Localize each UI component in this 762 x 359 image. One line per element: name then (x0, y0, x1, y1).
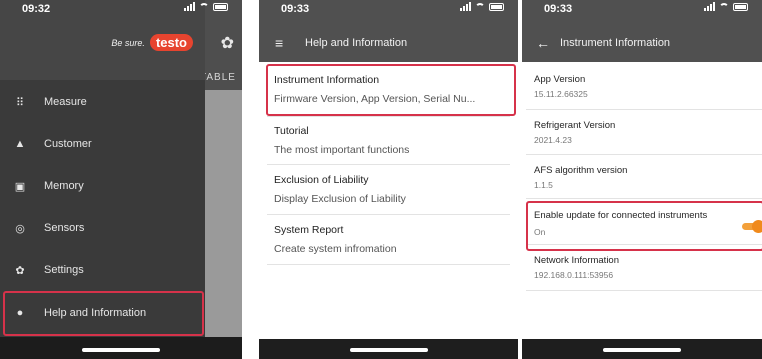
info-item-value: 1.1.5 (534, 180, 553, 190)
logo-slogan: Be sure. (111, 37, 145, 48)
divider (526, 290, 762, 291)
battery-icon (733, 2, 748, 11)
battery-icon (489, 2, 504, 11)
list-item-subtitle: The most important functions (274, 144, 410, 156)
home-indicator[interactable] (82, 348, 160, 352)
battery-icon (213, 2, 228, 11)
testo-logo: Be sure. testo (111, 34, 193, 51)
background-tab[interactable]: TABLE (200, 72, 236, 83)
list-item-title: Exclusion of Liability (274, 174, 369, 186)
divider (267, 214, 510, 215)
info-item-value: 15.11.2.66325 (534, 89, 588, 99)
wifi-icon (199, 2, 209, 11)
sensor-icon: ◎ (15, 222, 25, 235)
status-bar: 09:33 (522, 0, 762, 18)
list-item-exclusion-of-liability[interactable]: Exclusion of Liability Display Exclusion… (259, 173, 518, 206)
highlight-box (266, 64, 516, 116)
highlight-box (526, 201, 762, 251)
info-item-network-information: Network Information 192.168.0.111:53956 (522, 255, 762, 281)
info-item-afs-algorithm-version: AFS algorithm version 1.1.5 (522, 165, 762, 191)
menu-item-label: Settings (44, 264, 84, 276)
menu-item-sensors[interactable]: ◎ Sensors (0, 207, 205, 249)
memory-icon: ▣ (14, 180, 26, 193)
info-item-title: AFS algorithm version (534, 165, 628, 176)
status-time: 09:32 (22, 3, 51, 15)
logo-brand: testo (149, 34, 193, 51)
status-time: 09:33 (544, 3, 573, 15)
list-item-title: Tutorial (274, 125, 309, 137)
info-item-title: Network Information (534, 255, 620, 266)
info-item-value: 2021.4.23 (534, 135, 572, 145)
info-item-title: App Version (534, 74, 586, 85)
gear-icon[interactable]: ✿ (221, 36, 234, 52)
status-bar: 09:33 (259, 0, 518, 18)
divider (526, 198, 762, 199)
status-time: 09:33 (281, 3, 310, 15)
info-item-app-version: App Version 15.11.2.66325 (522, 74, 762, 100)
phone-screen-help-and-information: ≡ Help and Information Instrument Inform… (259, 0, 518, 359)
back-arrow-icon[interactable]: ← (536, 36, 550, 50)
system-navigation-bar (522, 339, 762, 359)
menu-item-label: Customer (44, 138, 92, 150)
gear-icon: ✿ (15, 264, 25, 277)
signal-icon (184, 2, 195, 11)
status-bar: 09:32 (0, 0, 242, 18)
menu-item-label: Memory (44, 180, 84, 192)
grid-icon: ⠿ (15, 96, 25, 109)
list-item-subtitle: Display Exclusion of Liability (274, 193, 406, 205)
person-icon: ▲ (14, 138, 26, 150)
hamburger-menu-icon[interactable]: ≡ (275, 36, 283, 50)
page-title: Instrument Information (560, 37, 671, 49)
wifi-icon (475, 2, 485, 11)
divider (267, 116, 510, 117)
menu-item-measure[interactable]: ⠿ Measure (0, 81, 205, 123)
divider (526, 109, 762, 110)
list-item-title: System Report (274, 224, 344, 236)
system-navigation-bar (259, 339, 518, 359)
menu-item-settings[interactable]: ✿ Settings (0, 249, 205, 291)
signal-icon (704, 2, 715, 11)
menu-item-customer[interactable]: ▲ Customer (0, 123, 205, 165)
phone-screen-navigation-drawer: TABLE ✿ Be sure. testo ⠿ Measure ▲ Custo… (0, 0, 242, 359)
wifi-icon (719, 2, 729, 11)
page-title: Help and Information (305, 37, 408, 49)
info-item-title: Refrigerant Version (534, 120, 616, 131)
list-item-system-report[interactable]: System Report Create system infromation (259, 223, 518, 256)
highlight-box (3, 291, 204, 336)
menu-item-label: Measure (44, 96, 87, 108)
info-item-refrigerant-version: Refrigerant Version 2021.4.23 (522, 120, 762, 146)
system-navigation-bar (0, 337, 242, 359)
signal-icon (460, 2, 471, 11)
phone-screen-instrument-information: ← Instrument Information App Version 15.… (522, 0, 762, 359)
divider (267, 264, 510, 265)
menu-item-label: Sensors (44, 222, 85, 234)
divider (267, 164, 510, 165)
home-indicator[interactable] (349, 348, 428, 352)
list-item-subtitle: Create system infromation (274, 243, 397, 255)
home-indicator[interactable] (603, 348, 681, 352)
list-item-tutorial[interactable]: Tutorial The most important functions (259, 124, 518, 157)
divider (526, 154, 762, 155)
info-item-value: 192.168.0.111:53956 (534, 270, 614, 280)
menu-item-memory[interactable]: ▣ Memory (0, 165, 205, 207)
